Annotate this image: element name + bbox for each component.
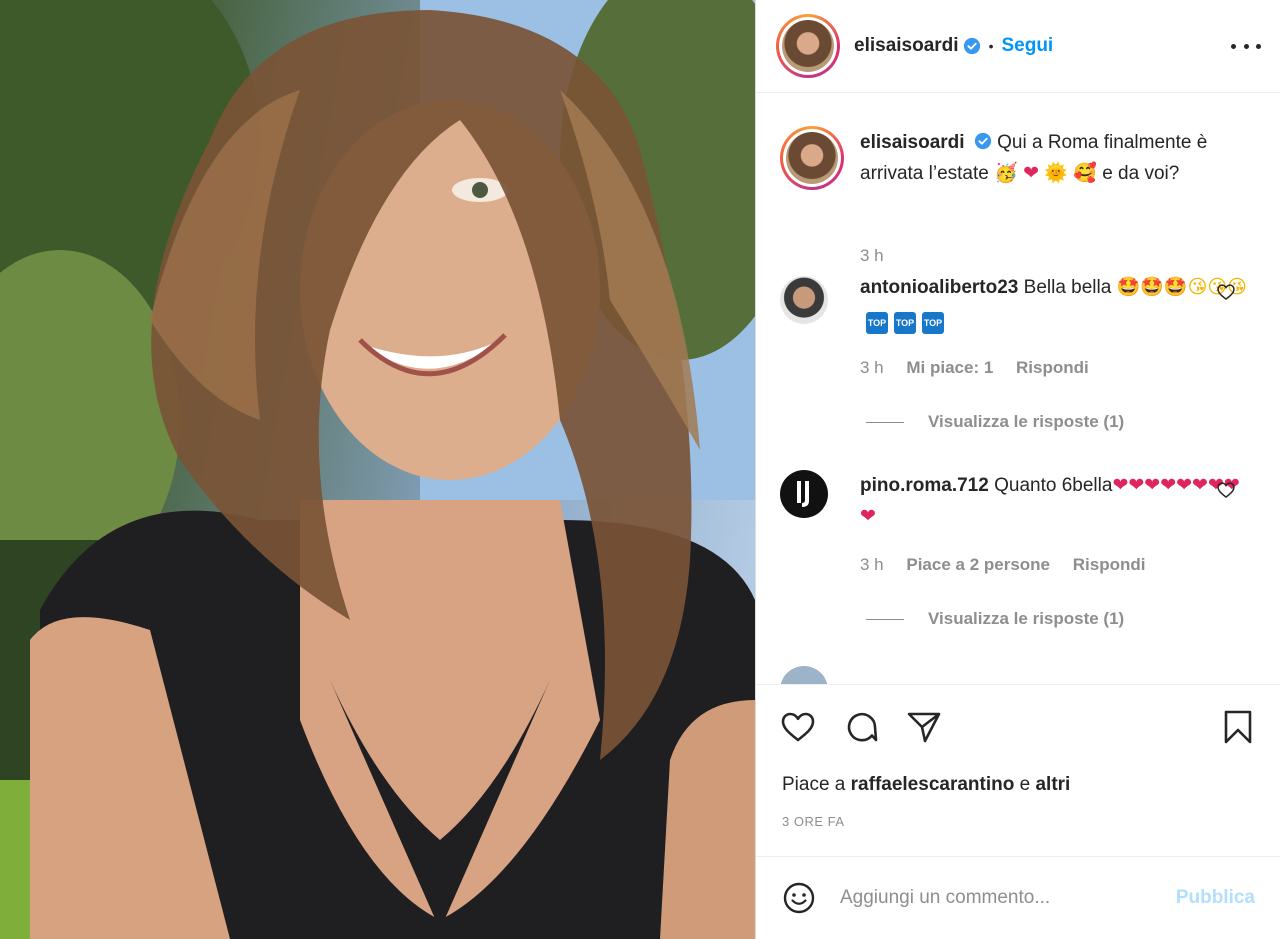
top-emoji: TOP — [894, 312, 916, 334]
likes-prefix: Piace a — [782, 774, 846, 795]
caption-username[interactable]: elisaisoardi — [860, 132, 965, 153]
comment-likes[interactable]: Piace a 2 persone — [906, 555, 1050, 574]
comment-meta: 3 h Mi piace: 1 Rispondi — [860, 358, 1107, 378]
author-avatar[interactable] — [776, 14, 840, 78]
publish-button[interactable]: Pubblica — [1176, 887, 1255, 909]
post-photo[interactable] — [0, 0, 755, 939]
author-username[interactable]: elisaisoardi — [854, 35, 959, 57]
commenter-avatar[interactable] — [780, 470, 828, 518]
caption-tail: e da voi? — [1102, 163, 1180, 184]
comment-body: Bella bella — [1023, 277, 1112, 298]
comment-like-heart-icon[interactable] — [1216, 282, 1236, 302]
comment-input[interactable] — [840, 887, 1176, 909]
post-actions-section: Piace a raffaelescarantino e altri 3 ORE… — [756, 684, 1280, 829]
likes-summary: Piace a raffaelescarantino e altri — [782, 774, 1070, 796]
photo-illustration — [0, 0, 755, 939]
caption-avatar[interactable] — [780, 126, 844, 190]
bookmark-icon[interactable] — [1220, 709, 1256, 745]
red-heart-emoji: ❤ — [1023, 162, 1039, 184]
view-replies-button[interactable]: Visualizza le risposte (1) — [866, 412, 1124, 432]
comment-text: antonioaliberto23 Bella bella 🤩🤩🤩😘😘😘 TOP… — [860, 272, 1250, 334]
more-options-icon[interactable] — [1231, 36, 1261, 56]
post-panel: elisaisoardi • Segui elisaisoardi Qui a … — [755, 0, 1280, 939]
comment-likes[interactable]: Mi piace: 1 — [906, 358, 993, 377]
view-replies-button[interactable]: Visualizza le risposte (1) — [866, 609, 1124, 629]
comment-text: pino.roma.712 Quanto 6bella❤❤❤❤❤❤❤❤❤ — [860, 470, 1250, 532]
comment-like-heart-icon[interactable] — [1216, 480, 1236, 500]
juventus-logo-icon — [797, 481, 809, 507]
sun-emoji: 🌞 — [1044, 162, 1068, 184]
follow-button[interactable]: Segui — [1001, 35, 1053, 57]
smiling-hearts-emoji: 🥰 — [1073, 162, 1097, 184]
emoji-icon[interactable] — [782, 881, 816, 915]
comment-time[interactable]: 3 h — [860, 358, 884, 377]
partying-face-emoji: 🥳 — [994, 162, 1018, 184]
likes-others-link[interactable]: altri — [1035, 774, 1070, 795]
verified-badge-icon — [974, 132, 991, 150]
add-comment-bar: Pubblica — [756, 856, 1280, 939]
comment-username[interactable]: antonioaliberto23 — [860, 277, 1018, 298]
commenter-avatar[interactable] — [780, 666, 828, 684]
view-replies-label: Visualizza le risposte (1) — [928, 412, 1125, 431]
replies-divider — [866, 421, 904, 423]
comment-meta: 3 h Piace a 2 persone Rispondi — [860, 555, 1163, 575]
post-timestamp[interactable]: 3 ORE FA — [782, 814, 845, 829]
likes-middle: e — [1019, 774, 1031, 795]
comment-time[interactable]: 3 h — [860, 555, 884, 574]
verified-badge-icon — [963, 37, 980, 55]
comment-body: Quanto 6bella — [994, 475, 1113, 496]
header-separator: • — [988, 38, 994, 54]
top-emoji: TOP — [922, 312, 944, 334]
replies-divider — [866, 618, 904, 620]
likes-user-link[interactable]: raffaelescarantino — [851, 774, 1015, 795]
view-replies-label: Visualizza le risposte (1) — [928, 609, 1125, 628]
reply-button[interactable]: Rispondi — [1073, 555, 1146, 574]
top-emoji: TOP — [866, 312, 888, 334]
heart-icon[interactable] — [780, 709, 816, 745]
caption-meta: 3 h — [860, 246, 902, 266]
caption-time[interactable]: 3 h — [860, 246, 884, 265]
action-bar — [780, 709, 1260, 745]
commenter-avatar[interactable] — [780, 276, 828, 324]
share-icon[interactable] — [906, 709, 942, 745]
comment-username[interactable]: pino.roma.712 — [860, 475, 989, 496]
post-header: elisaisoardi • Segui — [756, 0, 1280, 93]
comments-list[interactable]: elisaisoardi Qui a Roma finalmente è arr… — [756, 94, 1280, 684]
comment-icon[interactable] — [844, 709, 880, 745]
caption-text: elisaisoardi Qui a Roma finalmente è arr… — [860, 128, 1250, 189]
reply-button[interactable]: Rispondi — [1016, 358, 1089, 377]
